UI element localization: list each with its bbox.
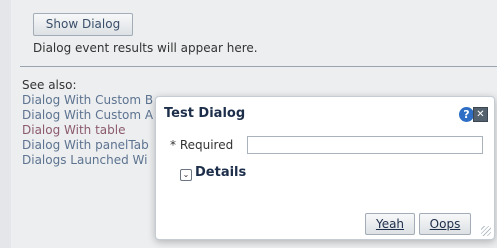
divider: [20, 66, 497, 67]
dialog-result-text: Dialog event results will appear here.: [33, 41, 258, 55]
show-dialog-button[interactable]: Show Dialog: [33, 13, 133, 36]
yeah-button[interactable]: Yeah: [365, 213, 415, 235]
link-dialog-table[interactable]: Dialog With table: [22, 123, 153, 138]
oops-button[interactable]: Oops: [419, 213, 471, 235]
see-also-section: See also: Dialog With Custom B Dialog Wi…: [22, 78, 153, 168]
chevron-down-icon[interactable]: ⌄: [180, 169, 192, 181]
required-input[interactable]: [247, 136, 483, 154]
close-icon[interactable]: ✕: [473, 107, 488, 122]
required-label: * Required: [170, 138, 234, 152]
link-dialogs-launched[interactable]: Dialogs Launched Wi: [22, 153, 153, 168]
link-dialog-custom-buttons[interactable]: Dialog With Custom B: [22, 93, 153, 108]
link-dialog-custom-a[interactable]: Dialog With Custom A: [22, 108, 153, 123]
resize-grip-icon[interactable]: [481, 226, 491, 236]
dialog-title: Test Dialog: [164, 106, 246, 121]
test-dialog: Test Dialog ? ✕ * Required ⌄ Details Yeah…: [155, 96, 495, 240]
help-icon[interactable]: ?: [459, 107, 474, 122]
see-also-title: See also:: [22, 78, 77, 92]
details-label[interactable]: Details: [195, 165, 246, 180]
link-dialog-paneltabbed[interactable]: Dialog With panelTab: [22, 138, 153, 153]
details-toggle[interactable]: ⌄ Details: [180, 165, 246, 181]
